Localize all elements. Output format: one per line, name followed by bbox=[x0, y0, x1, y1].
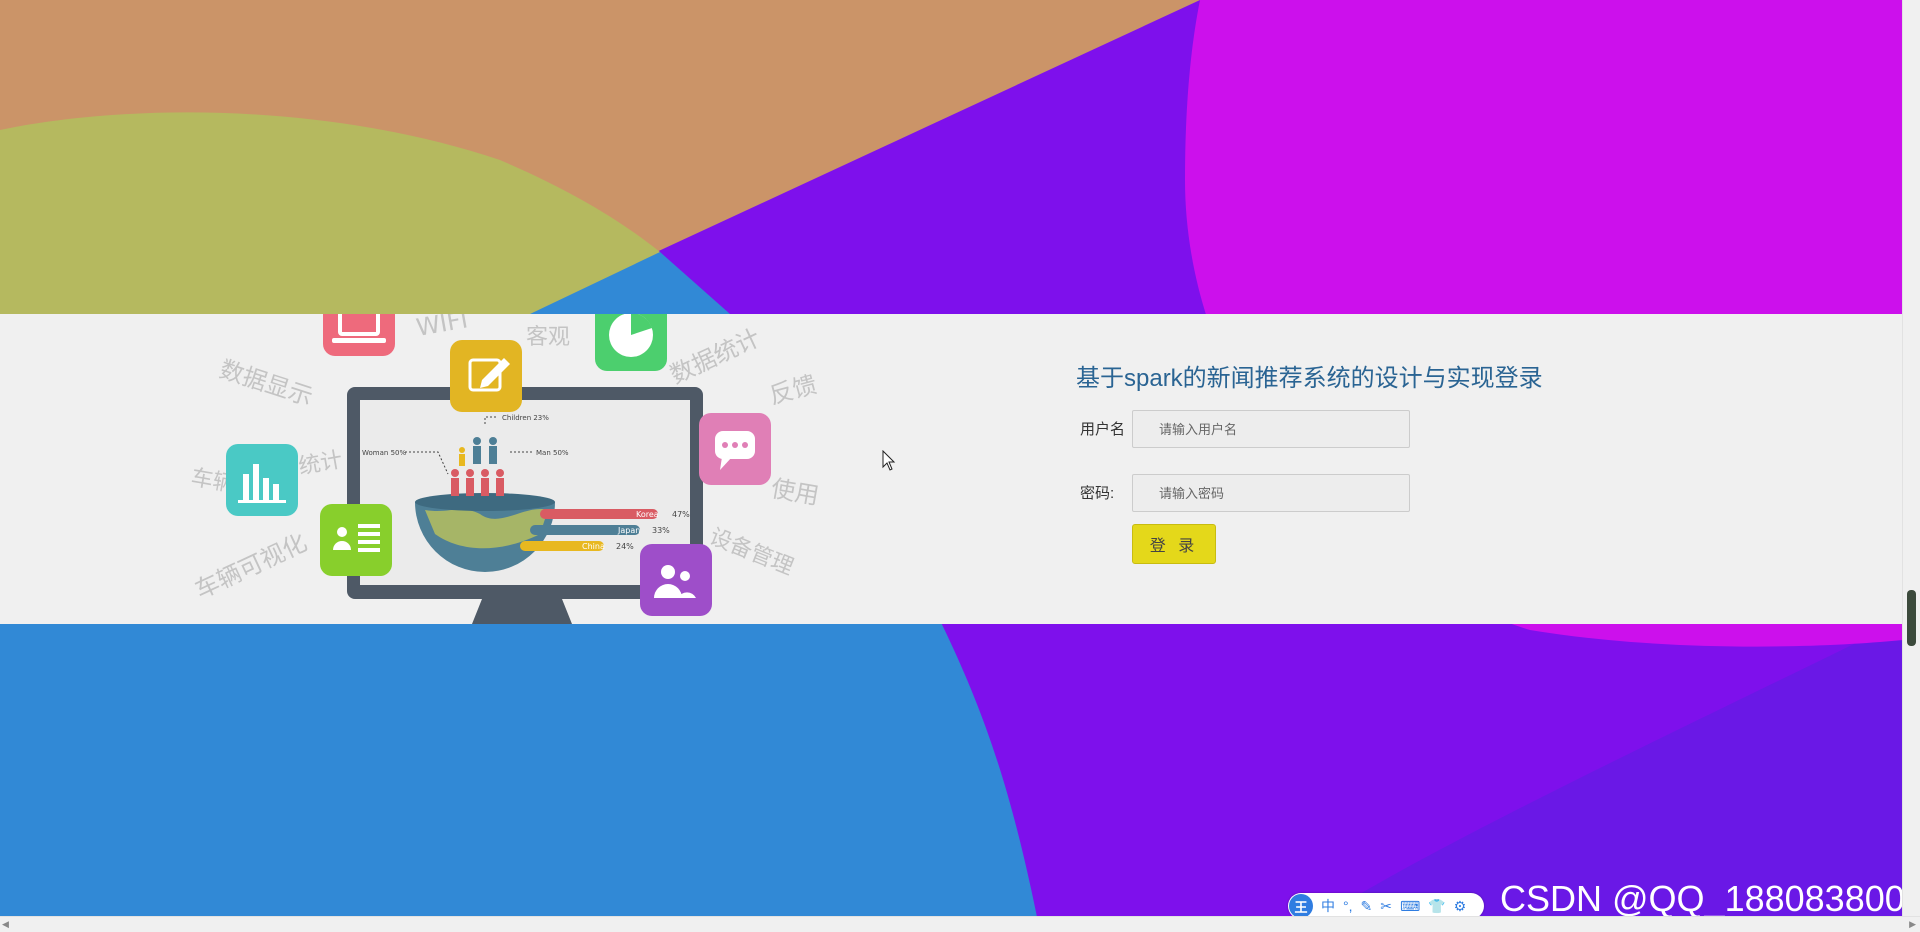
ime-logo-icon[interactable]: 王 bbox=[1289, 894, 1313, 918]
floating-word: 使用 bbox=[769, 474, 821, 510]
login-button[interactable]: 登 录 bbox=[1132, 524, 1216, 564]
floating-word: 客观 bbox=[526, 325, 570, 350]
floating-word: 车辆可视化 bbox=[191, 528, 312, 604]
horizontal-scrollbar[interactable]: ◀ ▶ bbox=[0, 916, 1920, 932]
bar-value-china: 24% bbox=[616, 542, 634, 551]
laptop-icon bbox=[323, 314, 395, 356]
infographic-label-children: Children 23% bbox=[502, 414, 549, 422]
password-input[interactable] bbox=[1132, 474, 1410, 512]
floating-word: 统计 bbox=[297, 448, 345, 480]
data-visualization-illustration: 数据显示 WIFI 客观 数据统计 反馈 使用 设备管理 车辆可视化 统计 车辆 bbox=[189, 314, 821, 624]
floating-word: 设备管理 bbox=[706, 524, 797, 580]
vertical-scrollbar[interactable] bbox=[1902, 0, 1920, 917]
scroll-left-icon[interactable]: ◀ bbox=[2, 919, 9, 930]
vertical-scrollbar-thumb[interactable] bbox=[1907, 590, 1916, 646]
bar-label-korea: Korea bbox=[636, 510, 659, 519]
login-title: 基于spark的新闻推荐系统的设计与实现登录 bbox=[1076, 365, 1543, 392]
mouse-cursor-icon bbox=[882, 450, 896, 471]
edit-icon bbox=[450, 340, 522, 412]
bar-value-japan: 33% bbox=[652, 526, 670, 535]
username-input[interactable] bbox=[1132, 410, 1410, 448]
username-label: 用户名 bbox=[1080, 421, 1126, 438]
infographic-label-man: Man 50% bbox=[536, 449, 569, 457]
login-band: 数据显示 WIFI 客观 数据统计 反馈 使用 设备管理 车辆可视化 统计 车辆 bbox=[0, 314, 1903, 624]
scroll-right-icon[interactable]: ▶ bbox=[1909, 919, 1916, 930]
password-label: 密码: bbox=[1080, 485, 1115, 502]
bar-label-china: China bbox=[582, 542, 605, 551]
floating-word: 数据统计 bbox=[666, 323, 765, 389]
floating-word: 数据显示 bbox=[216, 355, 316, 411]
chat-bubble-icon bbox=[699, 413, 771, 485]
users-icon bbox=[640, 544, 712, 616]
floating-word: WIFI bbox=[414, 314, 470, 342]
list-icon bbox=[320, 504, 392, 576]
pie-chart-icon bbox=[595, 314, 667, 371]
infographic-label-woman: Woman 50% bbox=[362, 449, 406, 457]
floating-word: 反馈 bbox=[766, 370, 820, 409]
bar-label-japan: Japan bbox=[617, 526, 640, 535]
csdn-watermark: CSDN @QQ_1880838000 bbox=[1500, 878, 1920, 919]
bar-value-korea: 47% bbox=[672, 510, 690, 519]
bar-chart-icon bbox=[226, 444, 298, 516]
